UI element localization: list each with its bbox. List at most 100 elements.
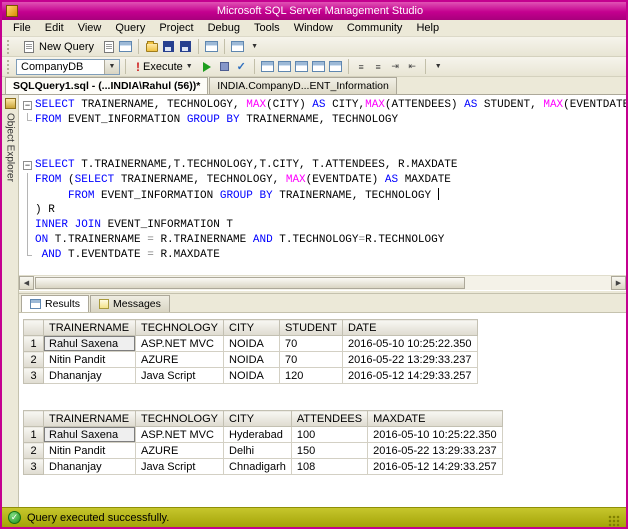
- print-icon[interactable]: [204, 39, 219, 54]
- grid-cell[interactable]: NOIDA: [224, 352, 280, 368]
- menu-item-debug[interactable]: Debug: [201, 21, 247, 35]
- grid-cell[interactable]: 108: [291, 459, 367, 475]
- grid-cell[interactable]: 2016-05-22 13:29:33.237: [368, 443, 503, 459]
- grid-column-header[interactable]: CITY: [224, 320, 280, 336]
- grid-cell[interactable]: AZURE: [136, 352, 224, 368]
- toolbar-grip[interactable]: [7, 60, 11, 74]
- menu-item-community[interactable]: Community: [340, 21, 410, 35]
- sql-editor[interactable]: −SELECT TRAINERNAME, TECHNOLOGY, MAX(CIT…: [19, 95, 626, 275]
- execute-button[interactable]: ! Execute ▼: [131, 58, 198, 76]
- grid-cell[interactable]: ASP.NET MVC: [136, 336, 224, 352]
- grid-cell[interactable]: Java Script: [136, 368, 224, 384]
- grid-cell[interactable]: Hyderabad: [224, 427, 292, 443]
- object-explorer-tab[interactable]: Object Explorer: [2, 95, 19, 507]
- scrollbar-thumb[interactable]: [35, 277, 465, 289]
- save-icon[interactable]: [161, 39, 176, 54]
- grid-column-header[interactable]: CITY: [224, 411, 292, 427]
- grid-cell[interactable]: 150: [291, 443, 367, 459]
- debug-play-icon[interactable]: [200, 59, 215, 74]
- toolbar-options-icon[interactable]: ▼: [431, 59, 446, 74]
- tab-results[interactable]: Results: [21, 295, 89, 312]
- title-bar[interactable]: Microsoft SQL Server Management Studio: [2, 2, 626, 20]
- fold-collapse-icon[interactable]: −: [21, 98, 35, 113]
- grid-column-header[interactable]: DATE: [342, 320, 477, 336]
- menu-item-help[interactable]: Help: [409, 21, 446, 35]
- grid-cell[interactable]: Dhananjay: [44, 368, 136, 384]
- grid-cell[interactable]: NOIDA: [224, 368, 280, 384]
- menu-item-query[interactable]: Query: [108, 21, 152, 35]
- database-engine-query-icon[interactable]: [101, 39, 116, 54]
- grid-cell[interactable]: ASP.NET MVC: [136, 427, 224, 443]
- grid-column-header[interactable]: MAXDATE: [368, 411, 503, 427]
- editor-horizontal-scrollbar[interactable]: ◀ ▶: [19, 275, 626, 290]
- document-tab[interactable]: INDIA.CompanyD...ENT_Information: [209, 77, 397, 94]
- grid-column-header[interactable]: STUDENT: [280, 320, 343, 336]
- grid-row-number[interactable]: 3: [24, 368, 44, 384]
- grid-column-header[interactable]: TRAINERNAME: [44, 320, 136, 336]
- menu-item-window[interactable]: Window: [287, 21, 340, 35]
- new-query-button[interactable]: New Query: [16, 37, 99, 56]
- tab-messages[interactable]: Messages: [90, 295, 170, 312]
- show-plan-icon[interactable]: [311, 59, 326, 74]
- grid-row-number[interactable]: 2: [24, 352, 44, 368]
- grid-row-number[interactable]: 3: [24, 459, 44, 475]
- grid-cell[interactable]: 70: [280, 352, 343, 368]
- grid-cell[interactable]: 70: [280, 336, 343, 352]
- scroll-left-icon[interactable]: ◀: [19, 276, 34, 290]
- chevron-down-icon[interactable]: ▼: [104, 60, 119, 74]
- grid-cell[interactable]: 2016-05-12 14:29:33.257: [342, 368, 477, 384]
- grid-corner-header[interactable]: [24, 411, 44, 427]
- scroll-right-icon[interactable]: ▶: [611, 276, 626, 290]
- include-statistics-icon[interactable]: [328, 59, 343, 74]
- grid-cell[interactable]: 2016-05-12 14:29:33.257: [368, 459, 503, 475]
- stop-icon[interactable]: [217, 59, 232, 74]
- toolbar-grip[interactable]: [7, 40, 11, 54]
- grid-cell[interactable]: Rahul Saxena: [44, 427, 136, 443]
- grid-cell[interactable]: 120: [280, 368, 343, 384]
- grid-row-number[interactable]: 1: [24, 336, 44, 352]
- grid-cell[interactable]: AZURE: [136, 443, 224, 459]
- grid-cell[interactable]: NOIDA: [224, 336, 280, 352]
- toolbar-options-icon[interactable]: ▼: [247, 39, 262, 54]
- grid-column-header[interactable]: TRAINERNAME: [44, 411, 136, 427]
- menu-item-file[interactable]: File: [6, 21, 38, 35]
- grid-column-header[interactable]: TECHNOLOGY: [136, 411, 224, 427]
- document-tab[interactable]: SQLQuery1.sql - (...INDIA\Rahul (56))*: [5, 77, 208, 94]
- fold-collapse-icon[interactable]: −: [21, 158, 35, 173]
- grid-cell[interactable]: Nitin Pandit: [44, 352, 136, 368]
- results-to-text-icon[interactable]: [260, 59, 275, 74]
- uncomment-icon[interactable]: ≡: [371, 59, 386, 74]
- parse-check-icon[interactable]: ✓: [234, 59, 249, 74]
- grid-row-number[interactable]: 2: [24, 443, 44, 459]
- grid-corner-header[interactable]: [24, 320, 44, 336]
- save-all-icon[interactable]: [178, 39, 193, 54]
- results-to-file-icon[interactable]: [294, 59, 309, 74]
- grid-column-header[interactable]: TECHNOLOGY: [136, 320, 224, 336]
- grid-cell[interactable]: Dhananjay: [44, 459, 136, 475]
- grid-cell[interactable]: Java Script: [136, 459, 224, 475]
- grid-column-header[interactable]: ATTENDEES: [291, 411, 367, 427]
- indent-icon[interactable]: ⇥: [388, 59, 403, 74]
- grid-cell[interactable]: 100: [291, 427, 367, 443]
- grid-row-number[interactable]: 1: [24, 427, 44, 443]
- results-to-grid-icon[interactable]: [277, 59, 292, 74]
- analysis-query-icon[interactable]: [118, 39, 133, 54]
- comment-icon[interactable]: ≡: [354, 59, 369, 74]
- menu-item-view[interactable]: View: [71, 21, 109, 35]
- open-file-icon[interactable]: [144, 39, 159, 54]
- menu-item-tools[interactable]: Tools: [247, 21, 287, 35]
- outdent-icon[interactable]: ⇤: [405, 59, 420, 74]
- grid-cell[interactable]: Rahul Saxena: [44, 336, 136, 352]
- grid-cell[interactable]: Nitin Pandit: [44, 443, 136, 459]
- grid-cell[interactable]: 2016-05-10 10:25:22.350: [342, 336, 477, 352]
- menu-item-project[interactable]: Project: [152, 21, 200, 35]
- grid-cell[interactable]: Delhi: [224, 443, 292, 459]
- grid-cell[interactable]: 2016-05-10 10:25:22.350: [368, 427, 503, 443]
- menu-item-edit[interactable]: Edit: [38, 21, 71, 35]
- resize-grip[interactable]: [608, 515, 620, 527]
- activity-monitor-icon[interactable]: [230, 39, 245, 54]
- fold-gutter: [21, 128, 35, 143]
- grid-cell[interactable]: 2016-05-22 13:29:33.237: [342, 352, 477, 368]
- database-selector[interactable]: CompanyDB ▼: [16, 59, 120, 75]
- grid-cell[interactable]: Chnadigarh: [224, 459, 292, 475]
